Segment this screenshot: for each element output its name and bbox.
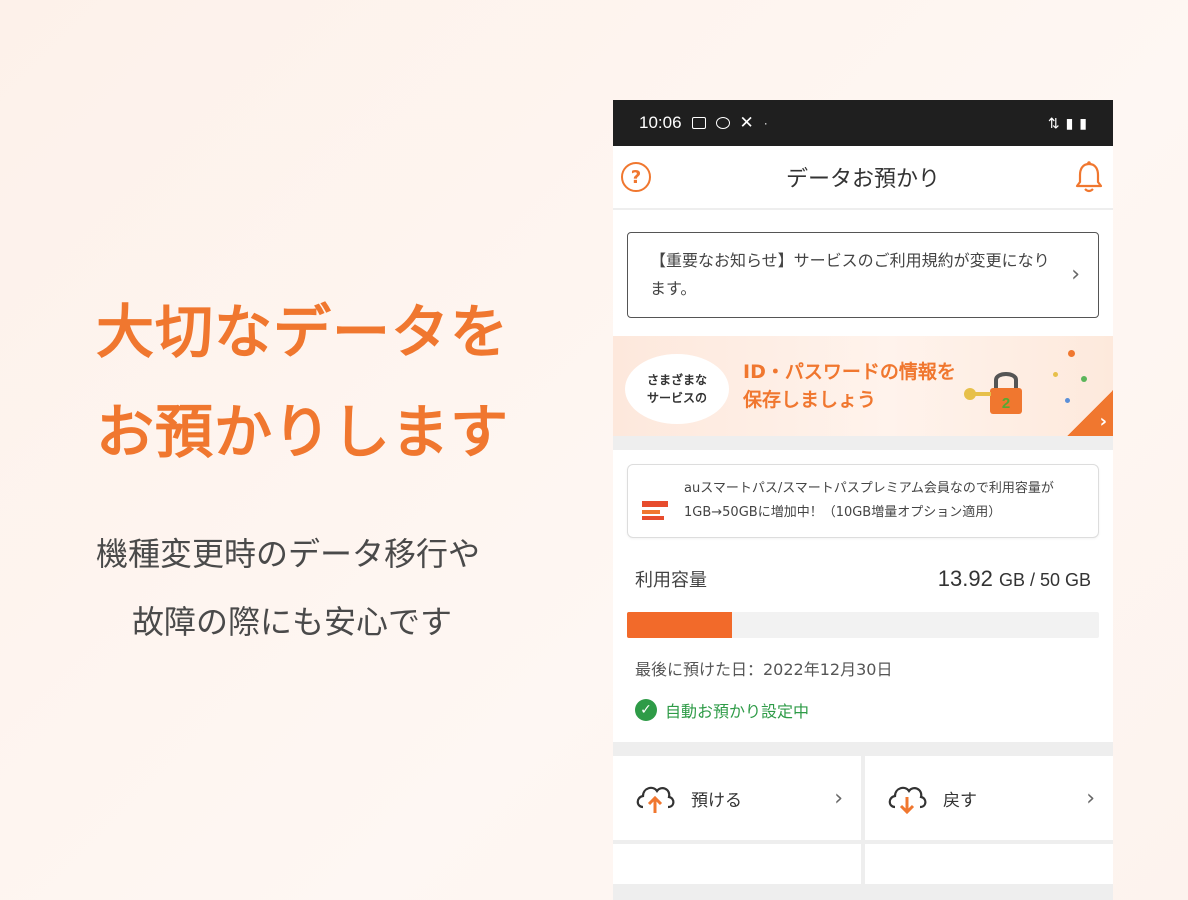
chevron-right-icon: › <box>1071 262 1080 287</box>
more-notifications-icon: · <box>763 116 768 130</box>
banner-text-line1: ID・パスワードの情報を <box>743 361 956 383</box>
key-icon <box>964 388 991 400</box>
page-title: データお預かり <box>785 167 940 192</box>
storage-tip: auスマートパス/スマートパスプレミアム会員なので利用容量が1GB→50GBに増… <box>627 464 1099 538</box>
action-tile-partial[interactable] <box>865 844 1113 884</box>
help-icon[interactable]: ? <box>621 162 651 192</box>
banner-text: ID・パスワードの情報を 保存しましょう <box>743 358 956 414</box>
backup-button[interactable]: 預ける › <box>613 756 861 840</box>
app-bar: ? データお預かり <box>613 146 1113 208</box>
sparkle-dot <box>1068 350 1075 357</box>
chevron-right-icon: › <box>834 785 843 811</box>
promo-headline-line2: お預かりします <box>96 398 510 466</box>
storage-section: auスマートパス/スマートパスプレミアム会員なので利用容量が1GB→50GBに増… <box>613 450 1113 742</box>
password-banner[interactable]: さまざまな サービスの ID・パスワードの情報を 保存しましょう 2 › <box>613 336 1113 436</box>
usage-progress-bar <box>627 612 1099 638</box>
restore-label: 戻す <box>943 790 977 811</box>
promo-headline: 大切なデータを お預かりします <box>96 282 566 482</box>
action-grid: 預ける › 戻す › <box>613 756 1113 884</box>
important-notice-card[interactable]: 【重要なお知らせ】サービスのご利用規約が変更になります。 › <box>627 232 1099 318</box>
tip-text: auスマートパス/スマートパスプレミアム会員なので利用容量が1GB→50GBに増… <box>684 481 1054 520</box>
action-tile-partial[interactable] <box>613 844 861 884</box>
last-backup-date: 最後に預けた日：2022年12月30日 <box>635 660 893 679</box>
sparkle-dot <box>1081 376 1087 382</box>
cast-notification-icon <box>715 117 730 129</box>
phone-screen: 10:06 ✕ · ⇅ ▮ ▮ ? データお預かり 【重要なお知らせ】サービスの… <box>613 100 1113 900</box>
banner-bubble: さまざまな サービスの <box>625 354 729 424</box>
sparkle-dot <box>1053 372 1058 377</box>
usage-label: 利用容量 <box>635 570 707 591</box>
usage-separator: / <box>1024 570 1040 590</box>
used-value: 13.92 <box>937 566 993 591</box>
image-notification-icon <box>691 117 706 129</box>
smartpass-icon <box>642 501 668 520</box>
status-time: 10:06 <box>639 113 682 132</box>
bubble-line1: さまざまな <box>646 373 707 387</box>
status-bar: 10:06 ✕ · ⇅ ▮ ▮ <box>613 100 1113 146</box>
usage-value: 13.92 GB / 50 GB <box>938 566 1091 592</box>
usage-row: 利用容量 13.92 GB / 50 GB <box>627 566 1099 592</box>
usage-progress-fill <box>627 612 733 638</box>
promo-headline-line1: 大切なデータを <box>96 298 510 366</box>
signal-icon: ▮ <box>1065 114 1074 131</box>
banner-text-line2: 保存しましょう <box>743 389 877 411</box>
auto-backup-status: ✓ 自動お預かり設定中 <box>627 698 1099 722</box>
chevron-right-icon: › <box>1099 411 1107 432</box>
notice-text: 【重要なお知らせ】サービスのご利用規約が変更になります。 <box>650 251 1050 298</box>
wifi-icon: ⇅ <box>1047 114 1060 131</box>
bubble-line2: サービスの <box>646 391 707 405</box>
promo-sub-line2: 故障の際にも安心です <box>132 603 453 641</box>
bell-icon[interactable] <box>1073 160 1105 194</box>
cloud-upload-icon <box>636 786 675 813</box>
chevron-right-icon: › <box>1086 785 1095 811</box>
auto-backup-text: 自動お預かり設定中 <box>665 702 810 721</box>
restore-button[interactable]: 戻す › <box>865 756 1113 840</box>
banner-corner: › <box>1067 390 1113 436</box>
used-unit: GB <box>998 570 1025 590</box>
promo-subtitle: 機種変更時のデータ移行や 故障の際にも安心です <box>96 520 566 656</box>
notice-section: 【重要なお知らせ】サービスのご利用規約が変更になります。 › <box>613 210 1113 336</box>
total-capacity: 50 GB <box>1039 570 1091 590</box>
promo-panel: 大切なデータを お預かりします 機種変更時のデータ移行や 故障の際にも安心です <box>96 282 566 656</box>
cloud-download-icon <box>888 786 927 815</box>
check-circle-icon: ✓ <box>635 699 657 721</box>
backup-label: 預ける <box>691 790 742 811</box>
lock-number: 2 <box>1002 395 1010 412</box>
promo-sub-line1: 機種変更時のデータ移行や <box>96 535 481 573</box>
battery-icon: ▮ <box>1079 114 1087 131</box>
missed-call-icon: ✕ <box>739 113 754 132</box>
